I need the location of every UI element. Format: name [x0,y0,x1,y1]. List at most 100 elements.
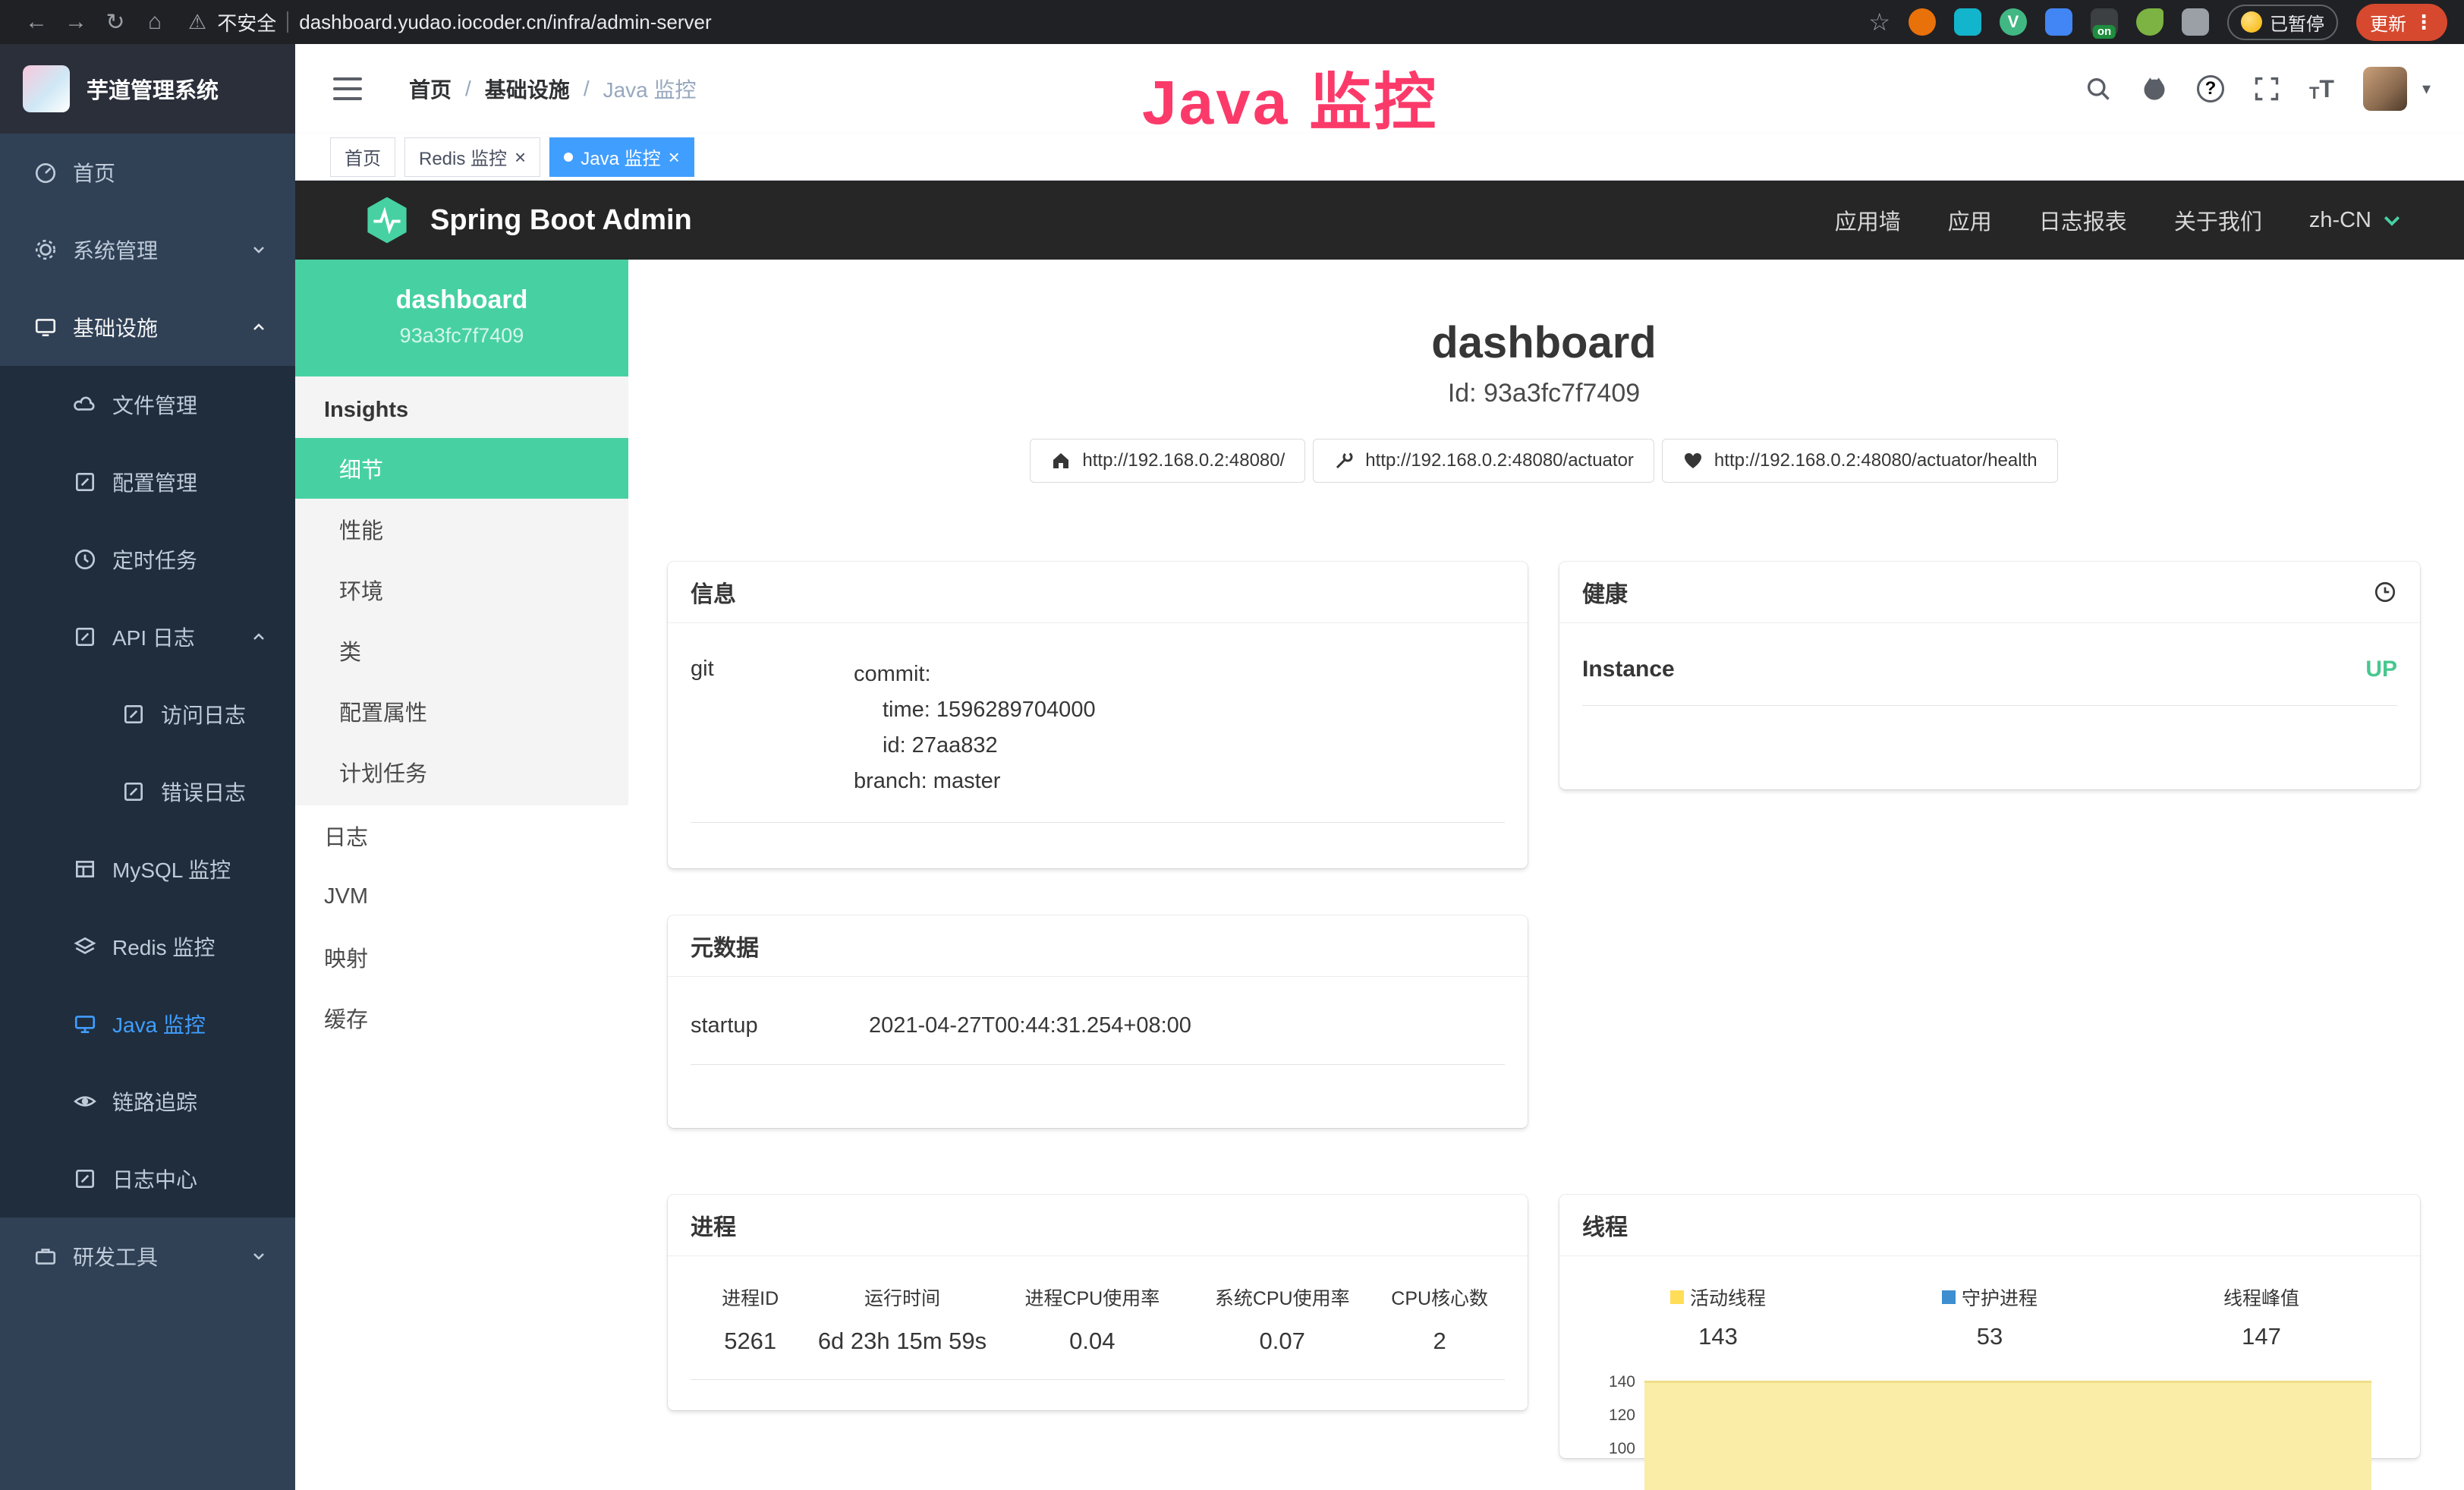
tab-redis-monitor[interactable]: Redis 监控 × [404,137,540,177]
app-logo[interactable]: 芋道管理系统 [0,44,295,134]
close-icon[interactable]: × [515,147,526,167]
browser-update-button[interactable]: 更新 ⋮ [2356,4,2447,41]
health-instance-label: Instance [1582,657,1675,682]
security-warning-icon: ⚠ [188,11,206,34]
sba-menu-performance[interactable]: 性能 [295,499,628,559]
extension-grid-icon[interactable] [2045,8,2072,36]
search-icon[interactable] [2085,75,2112,102]
sidebar-item-config-mgmt[interactable]: 配置管理 [0,443,295,521]
hamburger-icon[interactable] [333,77,362,100]
sidebar-item-home[interactable]: 首页 [0,134,295,211]
edit-icon [121,702,146,726]
tab-home[interactable]: 首页 [330,137,395,177]
extension-v-icon[interactable]: V [2000,8,2027,36]
browser-home-button[interactable]: ⌂ [135,9,175,35]
chevron-up-icon [250,628,268,646]
user-avatar[interactable] [2363,67,2407,111]
sba-menu-config-props[interactable]: 配置属性 [295,681,628,742]
sidebar-item-access-logs[interactable]: 访问日志 [0,676,295,753]
help-icon[interactable]: ? [2197,75,2224,102]
sidebar-item-tracing[interactable]: 链路追踪 [0,1063,295,1140]
health-instance-row: Instance UP [1582,657,2397,706]
sidebar-item-scheduled-jobs[interactable]: 定时任务 [0,521,295,598]
sidebar-item-file-mgmt[interactable]: 文件管理 [0,366,295,443]
tags-view-bar: 首页 Redis 监控 × Java 监控 × [295,134,2464,181]
app-header: 首页 / 基础设施 / Java 监控 ? T T ▾ [295,44,2464,134]
sidebar-item-infrastructure[interactable]: 基础设施 [0,288,295,366]
threads-card-title: 线程 [1559,1195,2420,1256]
screen-icon [73,1012,97,1036]
threads-chart-plot [1644,1370,2397,1458]
cloud-icon [73,392,97,417]
health-card-body: Instance UP [1559,623,2420,706]
history-icon[interactable] [2373,580,2397,604]
sba-nav-applications[interactable]: 应用 [1948,204,1992,236]
legend-live-swatch [1670,1290,1684,1304]
sidebar-item-java-monitor[interactable]: Java 监控 [0,985,295,1063]
extension-switch-icon[interactable]: on [2091,8,2118,36]
security-warning-label: 不安全 [217,8,276,36]
sidebar-item-label: 基础设施 [73,312,158,342]
sidebar-item-redis-monitor[interactable]: Redis 监控 [0,908,295,985]
sidebar-item-system-mgmt[interactable]: 系统管理 [0,211,295,288]
profile-paused-badge[interactable]: 已暂停 [2227,5,2338,40]
legend-peak-threads: 线程峰值 147 [2126,1284,2397,1350]
instance-header[interactable]: dashboard 93a3fc7f7409 [295,260,628,376]
edit-icon [121,780,146,804]
sba-menu-jvm[interactable]: JVM [295,866,628,927]
sidebar-item-api-logs[interactable]: API 日志 [0,598,295,676]
extension-drop-icon[interactable] [1954,8,1981,36]
sba-menu-caches[interactable]: 缓存 [295,988,628,1048]
address-bar[interactable]: ⚠ 不安全 dashboard.yudao.iocoder.cn/infra/a… [188,8,712,36]
extension-leaf-icon[interactable] [2136,8,2163,36]
header-actions: ? T T ▾ [2085,67,2431,111]
sidebar-item-label: 日志中心 [112,1164,197,1194]
metadata-card: 元数据 startup 2021-04-27T00:44:31.254+08:0… [668,915,1528,1128]
sba-nav-about[interactable]: 关于我们 [2174,204,2262,236]
browser-forward-button[interactable]: → [56,9,96,35]
instance-url-button[interactable]: http://192.168.0.2:48080/ [1030,439,1305,483]
sba-menu-mappings[interactable]: 映射 [295,927,628,988]
close-icon[interactable]: × [669,147,680,167]
insights-section: Insights 细节 性能 环境 类 配置属性 计划任务 [295,376,628,805]
avatar-caret-icon[interactable]: ▾ [2422,79,2431,99]
sidebar-item-error-logs[interactable]: 错误日志 [0,753,295,830]
git-row: git commit: time: 1596289704000 id: 27aa… [691,657,1505,823]
chevron-up-icon [250,318,268,336]
sba-menu-classes[interactable]: 类 [295,620,628,681]
sba-menu-details[interactable]: 细节 [295,438,628,499]
tab-java-monitor[interactable]: Java 监控 × [549,137,694,177]
actuator-url-button[interactable]: http://192.168.0.2:48080/actuator [1313,439,1654,483]
sidebar-item-label: 配置管理 [112,467,197,497]
health-card-title: 健康 [1582,575,1628,609]
sidebar-item-label: 系统管理 [73,235,158,265]
health-url-button[interactable]: http://192.168.0.2:48080/actuator/health [1662,439,2058,483]
sba-menu-logs[interactable]: 日志 [295,805,628,866]
sidebar-item-mysql-monitor[interactable]: MySQL 监控 [0,830,295,908]
sba-nav-journal[interactable]: 日志报表 [2039,204,2127,236]
browser-refresh-button[interactable]: ↻ [96,9,135,36]
threads-legend: 活动线程 143 守护进程 53 [1582,1284,2397,1350]
breadcrumb-infrastructure[interactable]: 基础设施 [485,74,570,104]
extensions-puzzle-icon[interactable] [2182,8,2209,36]
health-status-badge: UP [2365,657,2397,682]
font-size-icon[interactable]: T T [2309,75,2334,103]
sba-menu-environment[interactable]: 环境 [295,559,628,620]
process-col-label: CPU核心数 [1374,1284,1505,1311]
extension-on-badge: on [2093,25,2116,39]
sidebar-item-label: 文件管理 [112,389,197,420]
breadcrumb-home[interactable]: 首页 [409,74,452,104]
extension-fox-icon[interactable] [1909,8,1936,36]
browser-back-button[interactable]: ← [17,9,56,35]
sidebar-item-log-center[interactable]: 日志中心 [0,1140,295,1218]
sba-menu-scheduled-tasks[interactable]: 计划任务 [295,742,628,802]
sba-nav-wallboard[interactable]: 应用墙 [1835,204,1901,236]
process-col-label: 系统CPU使用率 [1190,1284,1374,1311]
github-icon[interactable] [2141,75,2168,102]
sidebar-item-dev-tools[interactable]: 研发工具 [0,1218,295,1295]
sba-locale-dropdown[interactable]: zh-CN [2309,208,2403,233]
app-frame: 芋道管理系统 首页 系统管理 基础设施 文件管理 [0,44,2464,1490]
fullscreen-icon[interactable] [2253,75,2280,102]
live-threads-area [1644,1381,2371,1490]
bookmark-star-icon[interactable]: ☆ [1868,8,1890,36]
